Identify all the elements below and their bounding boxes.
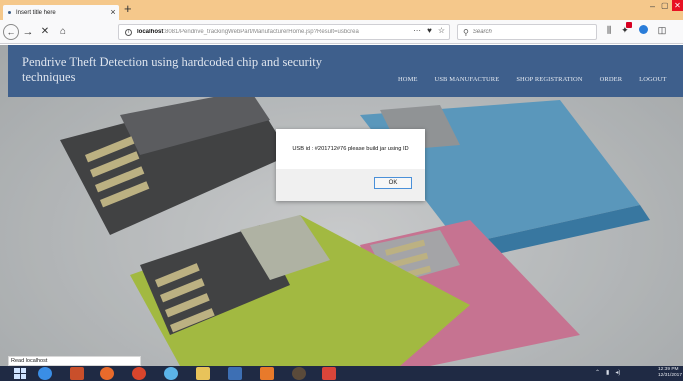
tab-close-icon[interactable]: ×: [107, 8, 119, 17]
home-icon[interactable]: ⌂: [55, 24, 71, 40]
alert-message: USB id : #201712#76 please build jar usi…: [292, 146, 409, 152]
taskbar: ⌃ ▮ ◂) 12:39 PM 12/31/2017: [0, 366, 683, 381]
site-title: Pendrive Theft Detection using hardcoded…: [22, 55, 323, 84]
tray-volume-icon[interactable]: ◂): [615, 369, 620, 376]
url-bar[interactable]: i localhost:8081/Pendrive_trackingWebPar…: [118, 24, 450, 40]
status-text: Read localhost: [8, 356, 141, 366]
app-icon-4[interactable]: [322, 367, 336, 380]
back-arrow-icon[interactable]: ←: [3, 24, 19, 40]
chrome-icon[interactable]: [164, 367, 178, 380]
web-page: Pendrive Theft Detection using hardcoded…: [0, 45, 683, 366]
tab-favicon-icon: [8, 11, 11, 14]
window-close-button[interactable]: ✕: [672, 0, 683, 11]
alert-footer: OK: [276, 169, 425, 201]
file-explorer-icon[interactable]: [196, 367, 210, 380]
url-text[interactable]: localhost:8081/Pendrive_trackingWebPart/…: [137, 29, 397, 35]
tray-chevron-icon[interactable]: ⌃: [595, 369, 600, 376]
url-host: localhost: [137, 29, 164, 35]
stop-icon[interactable]: ✕: [37, 24, 53, 40]
browser-tab[interactable]: Insert title here ×: [3, 5, 119, 20]
sidebar-icon[interactable]: ◫: [658, 25, 667, 36]
nav-logout[interactable]: LOGOUT: [639, 76, 666, 83]
windows-start-icon[interactable]: [14, 368, 26, 379]
window-minimize-button[interactable]: –: [650, 2, 655, 11]
edge-browser-icon[interactable]: [38, 367, 52, 380]
search-input[interactable]: [472, 29, 583, 35]
notification-badge: [626, 22, 633, 28]
browser-titlebar: Insert title here × + – ▢ ✕: [0, 0, 683, 20]
url-path: :8081/Pendrive_trackingWebPart/Manufactu…: [163, 29, 359, 35]
window-maximize-button[interactable]: ▢: [661, 2, 669, 10]
extension-icon[interactable]: [638, 25, 648, 34]
tab-title: Insert title here: [16, 9, 56, 16]
tray-network-icon[interactable]: ▮: [606, 369, 609, 376]
nav-usb-manufacture[interactable]: USB MANUFACTURE: [435, 76, 500, 83]
clock-date: 12/31/2017: [658, 373, 683, 378]
library-icon[interactable]: ⫼: [607, 25, 611, 36]
toolbar-right-icons: ⫼ ✦ ◫: [607, 22, 667, 36]
system-tray: ⌃ ▮ ◂): [595, 369, 620, 376]
new-tab-button[interactable]: +: [124, 2, 132, 15]
xampp-icon[interactable]: [260, 367, 274, 380]
alert-dialog: USB id : #201712#76 please build jar usi…: [276, 129, 425, 201]
ok-button[interactable]: OK: [374, 177, 412, 189]
nav-home[interactable]: HOME: [398, 76, 418, 83]
taskbar-clock[interactable]: 12:39 PM 12/31/2017: [658, 367, 682, 379]
pocket-icon[interactable]: ♥: [427, 26, 432, 35]
app-icon-2[interactable]: [228, 367, 242, 380]
url-actions: ··· ♥ ☆: [413, 26, 445, 35]
firefox-icon[interactable]: [100, 367, 114, 380]
search-box[interactable]: ⚲: [457, 24, 597, 40]
app-icon-1[interactable]: [70, 367, 84, 380]
nav-shop-registration[interactable]: SHOP REGISTRATION: [516, 76, 582, 83]
page-actions-icon[interactable]: ···: [413, 26, 421, 35]
browser-toolbar: ← → ✕ ⌂ i localhost:8081/Pendrive_tracki…: [0, 20, 683, 44]
opera-icon[interactable]: [132, 367, 146, 380]
search-icon: ⚲: [463, 27, 469, 37]
nav-order[interactable]: ORDER: [600, 76, 623, 83]
app-icon-3[interactable]: [292, 367, 306, 380]
bookmark-star-icon[interactable]: ☆: [438, 26, 445, 35]
site-nav: HOME USB MANUFACTURE SHOP REGISTRATION O…: [398, 76, 666, 83]
site-header: Pendrive Theft Detection using hardcoded…: [8, 45, 683, 97]
site-info-icon[interactable]: i: [125, 28, 132, 36]
forward-arrow-icon[interactable]: →: [20, 24, 36, 40]
addon-notification-icon[interactable]: ✦: [621, 22, 633, 36]
